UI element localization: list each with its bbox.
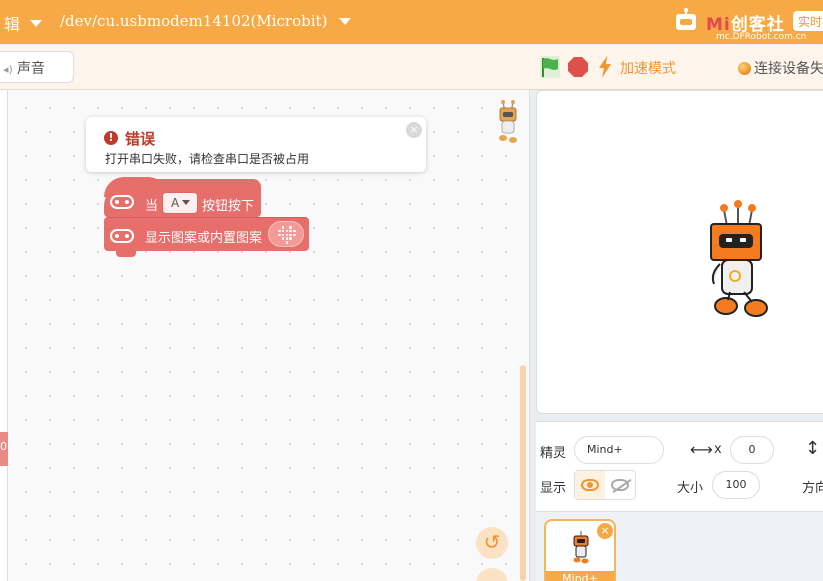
editor-toolbar: ◂) 声音: [0, 44, 823, 90]
error-popup: ! 错误 打开串口失败，请检查串口是否被占用 ×: [86, 117, 426, 172]
eye-icon: [581, 479, 599, 491]
heart-pattern-icon: [278, 226, 296, 244]
undo-icon[interactable]: ↺: [476, 527, 508, 559]
lightning-icon[interactable]: [598, 56, 612, 78]
tab-sound[interactable]: ◂) 声音: [0, 51, 74, 83]
hide-sprite-button[interactable]: [605, 471, 635, 499]
error-title: 错误: [125, 130, 156, 148]
button-dropdown[interactable]: A: [162, 192, 198, 214]
chevron-down-icon: [182, 200, 191, 205]
x-label: x: [714, 442, 722, 457]
sprite-name-input[interactable]: Mind+: [574, 436, 664, 464]
show-sprite-button[interactable]: [575, 471, 605, 499]
show-label: 显示: [540, 481, 567, 496]
error-icon: !: [104, 131, 118, 145]
sprite-mascot-icon: [499, 100, 517, 143]
direction-label: 方向: [802, 481, 823, 496]
close-icon[interactable]: ×: [406, 122, 422, 138]
stage-canvas[interactable]: [536, 90, 823, 414]
brand-subtitle: mc.DFRobot.com.cn: [716, 32, 807, 42]
turbo-mode-label[interactable]: 加速模式: [620, 58, 676, 78]
button-dropdown-value: A: [171, 196, 180, 210]
workspace-scrollbar[interactable]: [520, 365, 526, 581]
chevron-down-icon: [30, 19, 43, 27]
x-input[interactable]: 0: [730, 436, 774, 464]
block-text-pressed: 按钮按下: [202, 199, 255, 214]
block-notch: [116, 250, 136, 257]
microbit-icon: [110, 195, 134, 209]
error-message: 打开串口失败，请检查串口是否被占用: [105, 152, 310, 166]
connect-device-label: 连接设备失: [754, 61, 823, 77]
sound-icon: ◂): [3, 63, 13, 76]
connect-device-status[interactable]: 连接设备失: [738, 58, 823, 78]
microbit-icon: [110, 229, 134, 243]
stop-icon[interactable]: [567, 56, 589, 78]
block-palette-edge: [0, 90, 8, 581]
sprite-card-name: Mind+: [546, 571, 614, 581]
block-text-show-pattern: 显示图案或内置图案: [145, 231, 263, 246]
port-selector[interactable]: /dev/cu.usbmodem14102(Microbit): [60, 12, 352, 30]
edit-menu[interactable]: 辑: [4, 11, 43, 35]
top-menu-bar: 辑 /dev/cu.usbmodem14102(Microbit) Mi创客社 …: [0, 0, 823, 44]
size-input[interactable]: 100: [712, 471, 760, 499]
edit-menu-label: 辑: [4, 15, 21, 34]
mind-plus-robot-sprite[interactable]: [700, 200, 776, 324]
block-text-when: 当: [145, 199, 159, 214]
chevron-down-icon: [339, 17, 352, 25]
palette-block-chip[interactable]: 0: [0, 432, 8, 466]
size-label: 大小: [677, 481, 704, 496]
horizontal-arrows-icon: ⟷: [690, 440, 713, 459]
status-dot-icon: [738, 61, 751, 75]
visibility-toggle: [574, 470, 636, 500]
port-label: /dev/cu.usbmodem14102(Microbit): [60, 12, 328, 30]
led-pattern-picker[interactable]: [268, 221, 304, 247]
sprite-thumbnail: [573, 531, 589, 564]
sprite-name-label: 精灵: [540, 446, 567, 461]
delete-sprite-icon[interactable]: ×: [597, 523, 613, 539]
green-flag-icon[interactable]: [539, 55, 561, 79]
vertical-arrows-icon: ↕: [805, 438, 821, 459]
eye-off-icon: [611, 479, 629, 491]
tab-sound-label: 声音: [16, 61, 45, 77]
robot-logo-icon: [676, 8, 696, 30]
realtime-mode-button[interactable]: 实时: [793, 11, 823, 31]
sprite-info-panel: [536, 421, 823, 516]
